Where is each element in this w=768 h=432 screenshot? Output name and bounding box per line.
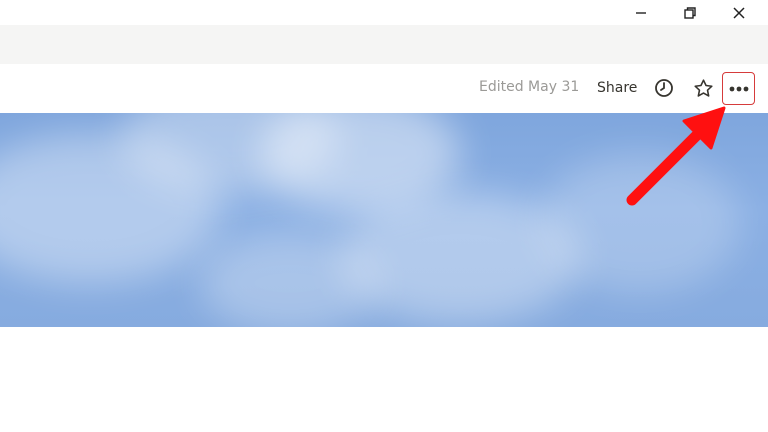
clock-icon bbox=[655, 79, 673, 97]
browser-toolbar-strip bbox=[0, 25, 768, 64]
close-button[interactable] bbox=[716, 0, 762, 25]
star-outline-icon bbox=[693, 78, 713, 97]
more-dots-icon bbox=[729, 86, 748, 91]
page-topbar: Edited May 31 Share bbox=[0, 64, 768, 113]
last-edited-label: Edited May 31 bbox=[479, 79, 580, 95]
share-button[interactable]: Share bbox=[590, 73, 644, 103]
more-options-button[interactable] bbox=[722, 72, 755, 105]
updates-history-button[interactable] bbox=[650, 74, 678, 102]
cover-cloud bbox=[540, 153, 740, 293]
minimize-button[interactable] bbox=[618, 0, 664, 25]
cover-cloud bbox=[200, 233, 380, 327]
restore-icon bbox=[684, 6, 696, 19]
page-content-area[interactable] bbox=[0, 327, 768, 432]
close-icon bbox=[733, 6, 745, 19]
restore-button[interactable] bbox=[667, 0, 713, 25]
window-titlebar bbox=[0, 0, 768, 25]
minimize-icon bbox=[636, 11, 646, 14]
favorite-button[interactable] bbox=[689, 74, 717, 102]
page-cover-image[interactable] bbox=[0, 113, 768, 327]
